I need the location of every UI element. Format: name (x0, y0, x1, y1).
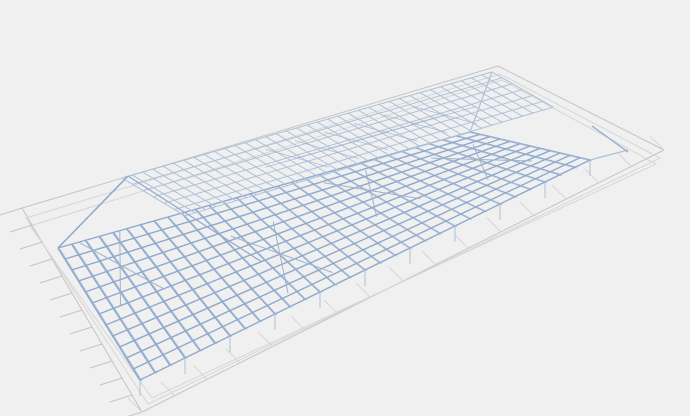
ground-grid (0, 65, 665, 416)
purlin-line (114, 233, 203, 352)
grid-tick-line (617, 152, 632, 167)
grid-tick-line (79, 343, 103, 352)
grid-tick-line (99, 377, 123, 386)
far-rafter-line (121, 71, 493, 179)
grid-tick-line (453, 233, 469, 249)
cross-brace-line (78, 241, 164, 290)
grid-tick-line (29, 258, 53, 267)
grid-tick-line (519, 201, 534, 216)
structural-model-canvas[interactable] (0, 0, 690, 416)
purlin-line (100, 237, 188, 360)
rafter-line (119, 152, 561, 348)
grid-tick-line (59, 309, 83, 318)
grid-tick-line (69, 326, 93, 335)
grid-tick-line (49, 292, 73, 301)
slab-edge-line (25, 73, 501, 219)
cross-brace-line (230, 235, 333, 273)
gable-rafter-line (589, 149, 629, 161)
grid-tick-line (290, 315, 306, 331)
grid-tick-line (9, 224, 33, 233)
grid-tick-line (89, 360, 113, 369)
3d-viewport[interactable] (0, 0, 690, 416)
far-rafter-line (153, 89, 523, 198)
grid-tick-line (356, 283, 371, 298)
grid-tick-line (0, 207, 23, 216)
structural-frame (57, 71, 629, 396)
grid-tick-line (421, 250, 436, 265)
grid-tick-line (39, 275, 63, 284)
grid-tick-line (192, 364, 208, 380)
grid-tick-line (551, 184, 567, 200)
cross-brace-line (119, 230, 121, 306)
grid-tick-line (388, 266, 404, 282)
grid-tick-line (323, 299, 339, 315)
grid-tick-line (584, 168, 600, 184)
gable-rafter-line (591, 125, 629, 153)
grid-tick-line (127, 411, 143, 416)
grid-tick-line (258, 332, 273, 347)
far-rafter-line (132, 77, 503, 185)
grid-tick-line (19, 241, 43, 250)
slab-edge-line (501, 79, 657, 165)
grid-tick-line (486, 217, 502, 233)
grid-tick-line (649, 135, 665, 151)
